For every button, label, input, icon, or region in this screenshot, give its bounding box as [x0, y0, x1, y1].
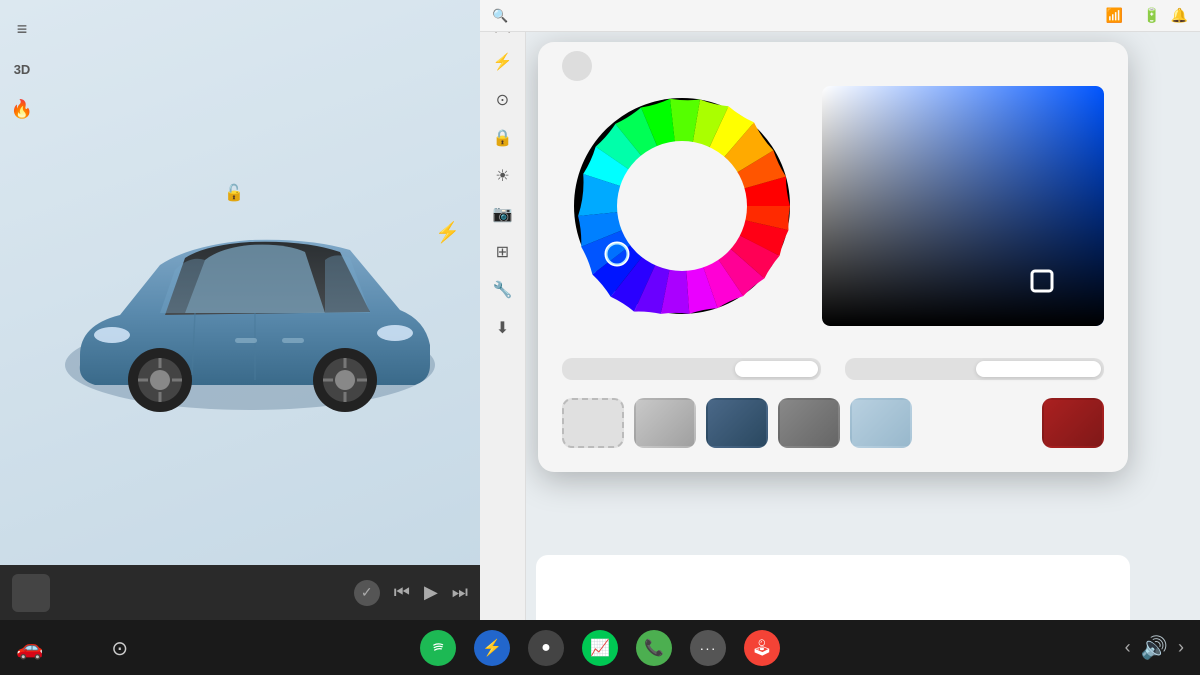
- spotify-button[interactable]: [420, 630, 456, 666]
- bolt-icon: ⚡: [435, 220, 460, 245]
- swatch-dark-blue[interactable]: [706, 398, 768, 448]
- sidebar-icon-bolt[interactable]: ⚡: [487, 46, 519, 78]
- sidebar-icon-download[interactable]: ⬇: [487, 312, 519, 344]
- trim-group: [845, 350, 1104, 380]
- add-swatch-button[interactable]: [562, 398, 624, 448]
- colorizer-modal: [538, 42, 1128, 472]
- steering-wheel-icon[interactable]: ⊙: [111, 636, 128, 661]
- swatch-silver[interactable]: [634, 398, 696, 448]
- media-controls[interactable]: ✓ ⏮ ▶ ⏭: [354, 580, 468, 606]
- swatch-red[interactable]: [1042, 398, 1104, 448]
- paint-options: [562, 358, 821, 380]
- paint-row: [562, 350, 1104, 380]
- media-player: ✓ ⏮ ▶ ⏭: [0, 565, 480, 620]
- sidebar-icon-camera[interactable]: 📷: [487, 198, 519, 230]
- prev-track-button[interactable]: ⏮: [394, 582, 410, 603]
- sidebar-icon-brightness[interactable]: ☀: [487, 160, 519, 192]
- left-panel: ≡ 3D 🔥 🔓: [0, 0, 480, 620]
- paint-type-group: [562, 350, 821, 380]
- car-image: [40, 160, 460, 440]
- person-icon: 🔥: [8, 95, 36, 123]
- solid-option[interactable]: [565, 361, 648, 377]
- top-bar-icons: 📶 🔋 🔔: [1106, 7, 1188, 24]
- top-bar: 🔍 📶 🔋 🔔: [480, 0, 1200, 32]
- bell-icon: 🔔: [1171, 7, 1188, 24]
- left-panel-icons: ≡ 3D 🔥: [8, 15, 36, 123]
- swatches-row: [562, 398, 1104, 448]
- swatch-gray[interactable]: [778, 398, 840, 448]
- 3d-icon: 3D: [8, 55, 36, 83]
- trim-options: [845, 358, 1104, 380]
- main-content: [526, 32, 1200, 675]
- taskbar-car-icon[interactable]: 🚗: [16, 635, 43, 661]
- sidebar-icon-steering[interactable]: ⊙: [487, 84, 519, 116]
- next-track-button[interactable]: ⏭: [452, 582, 468, 603]
- sidebar-icon-sliders[interactable]: ⊞: [487, 236, 519, 268]
- black-trim-option[interactable]: [976, 361, 1102, 377]
- bluetooth-button[interactable]: ⚡: [474, 630, 510, 666]
- signal-icon: 📶: [1106, 7, 1123, 24]
- taskbar-left: 🚗 ⊙: [16, 634, 420, 661]
- media-album-art: [12, 574, 50, 612]
- gradient-picker[interactable]: [822, 86, 1104, 326]
- sidebar-icon-wrench[interactable]: 🔧: [487, 274, 519, 306]
- swatch-light-blue[interactable]: [850, 398, 912, 448]
- chrome-trim-option[interactable]: [848, 361, 974, 377]
- search-icon: 🔍: [492, 8, 508, 24]
- dashboard-icon: ≡: [8, 15, 36, 43]
- modal-close-button[interactable]: [562, 51, 592, 81]
- sidebar-icon-lock[interactable]: 🔒: [487, 122, 519, 154]
- taskbar-vol-next[interactable]: ›: [1178, 637, 1184, 658]
- color-wheel-container[interactable]: [562, 86, 802, 326]
- metallic-option[interactable]: [650, 361, 733, 377]
- play-button[interactable]: ▶: [424, 582, 438, 603]
- search-area[interactable]: 🔍: [492, 8, 1096, 24]
- sidebar: 🚘 ⚡ ⊙ 🔒 ☀ 📷 ⊞ 🔧 ⬇: [480, 0, 526, 620]
- volume-icon[interactable]: 🔊: [1141, 635, 1168, 661]
- battery-icon: 🔋: [1143, 7, 1160, 24]
- color-controls: [562, 86, 1104, 326]
- paint-section: [562, 350, 1104, 380]
- media-check-button[interactable]: ✓: [354, 580, 380, 606]
- modal-overlay: [536, 42, 1130, 675]
- matte-option[interactable]: [735, 361, 818, 377]
